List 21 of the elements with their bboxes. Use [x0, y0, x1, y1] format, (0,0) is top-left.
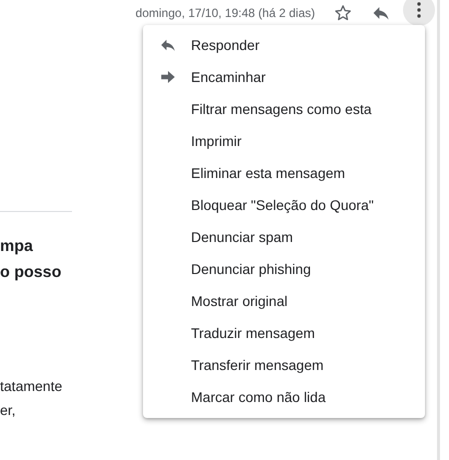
message-heading-text: o posso — [0, 263, 62, 283]
menu-item[interactable]: Denunciar phishing — [143, 253, 425, 285]
menu-item[interactable]: Imprimir — [143, 125, 425, 157]
more-icon — [417, 2, 421, 18]
message-date: domingo, 17/10, 19:48 (há 2 dias) — [136, 6, 315, 20]
menu-item[interactable]: Responder — [143, 29, 425, 61]
menu-item[interactable]: Eliminar esta mensagem — [143, 157, 425, 189]
menu-item[interactable]: Traduzir mensagem — [143, 317, 425, 349]
star-icon — [333, 3, 353, 23]
forward-arrow-icon — [158, 68, 176, 86]
menu-item[interactable]: Marcar como não lida — [143, 381, 425, 413]
message-body-text: tatamente — [0, 377, 62, 396]
menu-item[interactable]: Denunciar spam — [143, 221, 425, 253]
message-body-text: er, — [0, 401, 16, 420]
more-button[interactable] — [403, 0, 435, 26]
menu-item[interactable]: Filtrar mensagens como esta — [143, 93, 425, 125]
menu-item[interactable]: Bloquear "Seleção do Quora" — [143, 189, 425, 221]
message-heading-text: mpa — [0, 237, 33, 257]
menu-item[interactable]: Encaminhar — [143, 61, 425, 93]
menu-item[interactable]: Transferir mensagem — [143, 349, 425, 381]
menu-item[interactable]: Mostrar original — [143, 285, 425, 317]
